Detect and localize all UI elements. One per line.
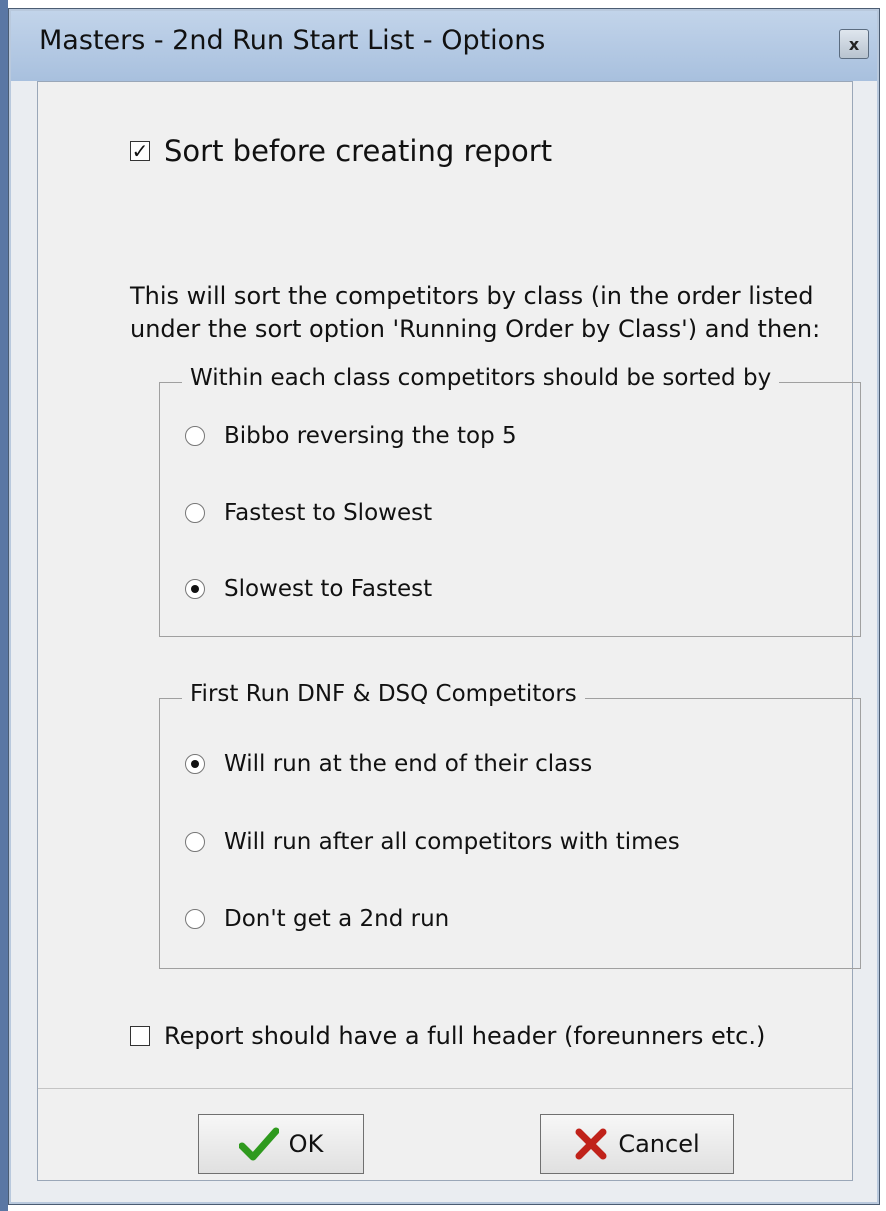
dialog-body: ✓ Sort before creating report This will …	[37, 81, 861, 1181]
radio-slowest-to-fastest[interactable]: Slowest to Fastest	[185, 576, 432, 602]
radio-label: Fastest to Slowest	[224, 500, 433, 526]
radio-dot	[191, 585, 199, 593]
sort-description: This will sort the competitors by class …	[130, 282, 821, 343]
radio-label: Bibbo reversing the top 5	[224, 423, 517, 449]
options-dialog: Masters - 2nd Run Start List - Options x…	[8, 8, 880, 1205]
radio-bibbo-reversing[interactable]: Bibbo reversing the top 5	[185, 423, 517, 449]
full-header-option[interactable]: Report should have a full header (foreun…	[130, 1022, 765, 1050]
radio-fastest-to-slowest[interactable]: Fastest to Slowest	[185, 500, 432, 526]
full-header-checkbox[interactable]	[130, 1026, 150, 1046]
radio-button[interactable]	[185, 503, 205, 523]
radio-button[interactable]	[185, 909, 205, 929]
checkmark-icon	[238, 1127, 279, 1161]
radio-no-second-run[interactable]: Don't get a 2nd run	[185, 906, 449, 932]
sort-before-report-checkbox[interactable]: ✓	[130, 141, 150, 161]
dnf-dsq-group: First Run DNF & DSQ Competitors Will run…	[159, 681, 861, 969]
radio-button-selected[interactable]	[185, 579, 205, 599]
full-header-label: Report should have a full header (foreun…	[164, 1022, 766, 1050]
sort-before-report-label: Sort before creating report	[164, 134, 553, 168]
dnf-dsq-legend: First Run DNF & DSQ Competitors	[182, 681, 585, 707]
radio-dot	[191, 760, 199, 768]
radio-button[interactable]	[185, 832, 205, 852]
radio-label: Slowest to Fastest	[224, 576, 433, 602]
radio-label: Will run at the end of their class	[224, 751, 593, 777]
x-mark-icon	[575, 1128, 607, 1160]
dialog-title: Masters - 2nd Run Start List - Options	[39, 25, 546, 56]
sort-before-report-option[interactable]: ✓ Sort before creating report	[130, 134, 552, 168]
radio-button[interactable]	[185, 426, 205, 446]
radio-label: Don't get a 2nd run	[224, 906, 450, 932]
radio-after-all-competitors[interactable]: Will run after all competitors with time…	[185, 829, 680, 855]
radio-end-of-class[interactable]: Will run at the end of their class	[185, 751, 592, 777]
radio-button-selected[interactable]	[185, 754, 205, 774]
close-icon: x	[848, 34, 860, 54]
within-class-sort-legend: Within each class competitors should be …	[182, 365, 780, 391]
ok-button-label: OK	[288, 1130, 324, 1158]
close-button[interactable]: x	[839, 29, 869, 59]
ok-button[interactable]: OK	[198, 1114, 364, 1174]
button-area-divider	[38, 1088, 852, 1089]
radio-label: Will run after all competitors with time…	[224, 829, 680, 855]
cancel-button-label: Cancel	[618, 1130, 700, 1158]
cancel-button[interactable]: Cancel	[540, 1114, 734, 1174]
checkmark-glyph: ✓	[131, 139, 149, 163]
background-window-edge	[0, 0, 8, 1211]
within-class-sort-group: Within each class competitors should be …	[159, 365, 861, 637]
title-bar[interactable]: Masters - 2nd Run Start List - Options x	[11, 11, 877, 81]
